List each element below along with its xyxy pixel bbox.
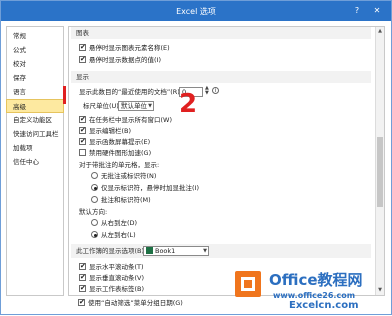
workbook-value: Book1 <box>155 247 176 255</box>
checkbox[interactable] <box>79 272 86 282</box>
info-icon: i <box>212 87 219 94</box>
close-icon[interactable]: ✕ <box>371 5 383 16</box>
radio-row[interactable]: 从右到左(D) <box>91 218 137 228</box>
radio-label: 无批注或标识符(N) <box>101 172 157 180</box>
workbook-select[interactable]: Book1 ▼ <box>143 246 209 256</box>
checkbox-label: 显示编辑栏(B) <box>89 127 132 135</box>
site-watermark: Office教程网 www.office26.com Excelcn.com <box>229 267 392 316</box>
scroll-up-icon[interactable]: ▲ <box>376 27 384 36</box>
radio-button[interactable] <box>91 219 98 226</box>
checkbox[interactable] <box>79 149 86 156</box>
checkbox[interactable] <box>79 54 86 64</box>
section-header-display: 显示 <box>71 71 371 83</box>
sidebar-item-general[interactable]: 常规 <box>7 29 63 43</box>
checkbox[interactable] <box>79 261 86 271</box>
sidebar-item-save[interactable]: 保存 <box>7 71 63 85</box>
comments-display-label: 对于带批注的单元格，显示: <box>79 161 160 169</box>
radio-button[interactable] <box>91 184 98 191</box>
default-direction-label: 默认方向: <box>79 208 108 216</box>
sidebar-item-formulas[interactable]: 公式 <box>7 43 63 57</box>
checkbox[interactable] <box>79 114 86 124</box>
radio-button[interactable] <box>91 172 98 179</box>
options-main-panel: 图表 悬停时显示图表元素名称(E) 悬停时显示数据点的值(I) 显示 显示此数目… <box>68 26 385 296</box>
radio-row[interactable]: 无批注或标识符(N) <box>91 171 156 181</box>
sidebar-item-advanced[interactable]: 高级 <box>6 99 64 113</box>
help-icon[interactable]: ? <box>351 5 363 16</box>
sidebar-item-proofing[interactable]: 校对 <box>7 57 63 71</box>
checkbox-label: 在任务栏中显示所有窗口(W) <box>89 116 172 124</box>
spinner-arrows-icon[interactable]: ▲ ▼ <box>205 86 209 96</box>
checkbox[interactable] <box>79 42 86 52</box>
checkbox-row[interactable]: 禁用硬件图形加速(G) <box>79 148 151 158</box>
vertical-scrollbar[interactable]: ▲ ▼ <box>375 27 384 295</box>
checkbox-label: 悬停时显示数据点的值(I) <box>89 56 161 64</box>
radio-row[interactable]: 从左到右(L) <box>91 230 136 240</box>
sidebar-item-add-ins[interactable]: 加载项 <box>7 141 63 155</box>
checkbox[interactable] <box>79 125 86 135</box>
recent-docs-label: 显示此数目的“最近使用的文档”(R): <box>79 88 183 96</box>
scrollbar-thumb[interactable] <box>377 137 383 207</box>
checkbox-row[interactable]: 显示编辑栏(B) <box>79 125 132 136</box>
checkbox[interactable] <box>79 283 86 293</box>
watermark-site: Excelcn.com <box>289 300 359 311</box>
checkbox-label: 显示垂直滚动条(V) <box>89 274 145 282</box>
checkbox-row[interactable]: 显示工作表标签(B) <box>79 283 145 294</box>
checkbox-row[interactable]: 悬停时显示数据点的值(I) <box>79 54 161 65</box>
radio-label: 从右到左(D) <box>101 219 138 227</box>
radio-button[interactable] <box>91 231 98 238</box>
section-header-charts: 图表 <box>71 27 371 39</box>
window-title: Excel 选项 <box>176 7 216 16</box>
ruler-units-value: 默认单位 <box>121 102 147 110</box>
checkbox-label: 禁用硬件图形加速(G) <box>89 149 152 157</box>
checkbox-row[interactable]: 显示函数屏幕提示(E) <box>79 136 151 147</box>
radio-label: 仅显示标识符，悬停时加显批注(I) <box>101 184 199 192</box>
checkbox-row[interactable]: 使用“自动筛选”菜单分组日期(G) <box>78 297 183 308</box>
section-header-workbook-display: 此工作簿的显示选项(B): <box>71 244 371 258</box>
ruler-units-label: 标尺单位(U) <box>83 102 119 110</box>
chevron-down-icon: ▼ <box>148 103 152 109</box>
watermark-title: Office教程网 <box>269 271 363 289</box>
office-logo-icon <box>235 271 261 297</box>
checkbox-row[interactable]: 在任务栏中显示所有窗口(W) <box>79 114 172 125</box>
radio-label: 从左到右(L) <box>101 231 136 239</box>
checkbox-label: 显示工作表标签(B) <box>89 285 145 293</box>
sidebar-item-language[interactable]: 语言 <box>7 85 63 99</box>
step-number-annotation: 2 <box>179 89 198 119</box>
checkbox-row[interactable]: 悬停时显示图表元素名称(E) <box>79 42 170 53</box>
advanced-highlight-marker <box>63 86 66 104</box>
checkbox-row[interactable]: 显示水平滚动条(T) <box>79 261 144 272</box>
options-sidebar: 常规 公式 校对 保存 语言 高级 自定义功能区 快速访问工具栏 加载项 信任中… <box>6 26 64 296</box>
excel-workbook-icon <box>146 247 153 254</box>
checkbox[interactable] <box>79 136 86 146</box>
radio-button[interactable] <box>91 196 98 203</box>
excel-options-dialog: Excel 选项 ? ✕ 常规 公式 校对 保存 语言 高级 自定义功能区 快速… <box>0 0 392 315</box>
radio-row[interactable]: 批注和标识符(M) <box>91 195 151 205</box>
checkbox-label: 悬停时显示图表元素名称(E) <box>89 44 170 52</box>
radio-row[interactable]: 仅显示标识符，悬停时加显批注(I) <box>91 183 199 193</box>
sidebar-item-customize-ribbon[interactable]: 自定义功能区 <box>7 113 63 127</box>
ruler-units-select[interactable]: 默认单位 ▼ <box>118 101 154 111</box>
checkbox-label: 使用“自动筛选”菜单分组日期(G) <box>88 299 183 307</box>
chevron-down-icon: ▼ <box>203 248 207 254</box>
checkbox[interactable] <box>78 297 85 307</box>
watermark-url: www.office26.com <box>273 291 356 300</box>
title-bar: Excel 选项 ? ✕ <box>1 1 391 21</box>
sidebar-item-trust-center[interactable]: 信任中心 <box>7 155 63 169</box>
radio-label: 批注和标识符(M) <box>101 196 151 204</box>
sidebar-item-quick-access-toolbar[interactable]: 快速访问工具栏 <box>7 127 63 141</box>
checkbox-row[interactable]: 显示垂直滚动条(V) <box>79 272 145 283</box>
checkbox-label: 显示函数屏幕提示(E) <box>89 138 151 146</box>
checkbox-label: 显示水平滚动条(T) <box>89 263 144 271</box>
